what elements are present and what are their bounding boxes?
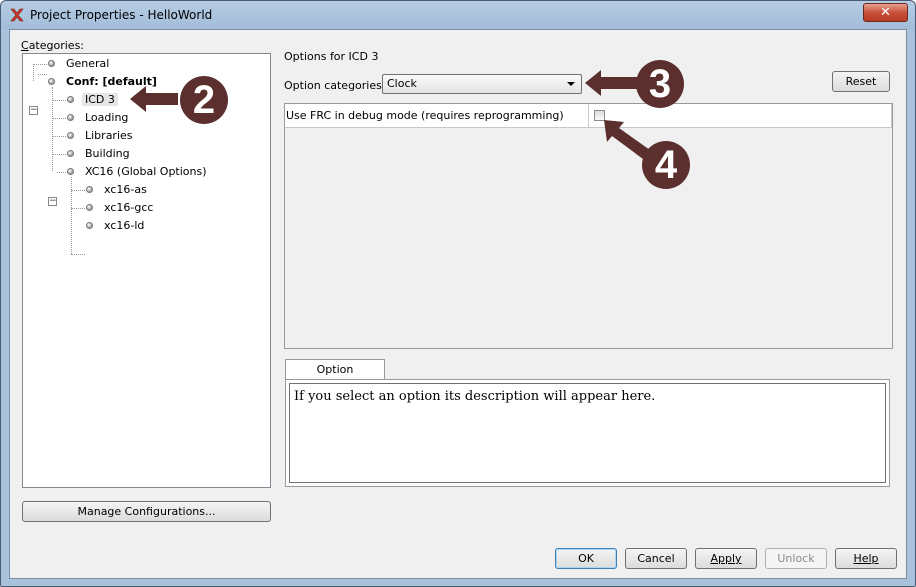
tree-line <box>71 177 72 254</box>
option-categories-select[interactable]: Clock <box>382 74 582 94</box>
tree-item-icd3[interactable]: ICD 3 <box>82 92 118 108</box>
tree-line <box>71 254 85 255</box>
cancel-button[interactable]: Cancel <box>625 548 687 569</box>
callout-3: 3 <box>636 60 684 108</box>
tree-line <box>52 154 66 155</box>
callout-4: 4 <box>642 141 690 189</box>
collapse-icon[interactable]: − <box>29 106 38 115</box>
button-label: Reset <box>845 75 877 88</box>
node-icon <box>48 60 55 67</box>
callout-arrow-icon <box>585 70 637 96</box>
callout-arrow-icon <box>130 86 178 112</box>
select-value: Clock <box>387 77 417 90</box>
tree-line <box>52 136 66 137</box>
tree-item-xc16-ld[interactable]: xc16-ld <box>104 218 144 234</box>
table-row: Use FRC in debug mode (requires reprogra… <box>285 104 892 128</box>
tree-line <box>71 208 85 209</box>
tree-item-libraries[interactable]: Libraries <box>85 128 133 144</box>
button-label: Unlock <box>777 552 815 565</box>
title-bar[interactable]: Project Properties - HelloWorld ✕ <box>1 1 915 29</box>
tree-item-xc16-gcc[interactable]: xc16-gcc <box>104 200 153 216</box>
tree-line <box>52 118 66 119</box>
node-icon <box>67 132 74 139</box>
close-button[interactable]: ✕ <box>863 3 908 22</box>
button-label: Apply <box>710 552 742 565</box>
tree-item-xc16-as[interactable]: xc16-as <box>104 182 147 198</box>
categories-tree[interactable]: General − Conf: [default] ICD 3 Loading … <box>22 53 271 488</box>
callout-2: 2 <box>180 76 228 124</box>
tree-line <box>33 64 47 65</box>
tree-line <box>52 100 66 101</box>
tree-item-general[interactable]: General <box>66 56 109 72</box>
node-icon <box>67 150 74 157</box>
tree-item-label: xc16-ld <box>104 219 145 232</box>
button-label: Help <box>853 552 879 565</box>
tree-item-label: ICD 3 <box>82 93 118 106</box>
unlock-button: Unlock <box>765 548 827 569</box>
node-icon <box>86 204 93 211</box>
categories-label: Categories: <box>21 39 85 52</box>
tree-item-xc16-global[interactable]: XC16 (Global Options) <box>85 164 207 180</box>
option-description-panel: If you select an option its description … <box>285 379 890 487</box>
help-button[interactable]: Help <box>835 548 897 569</box>
button-label: OK <box>578 552 594 565</box>
button-label: Manage Configurations... <box>77 505 216 518</box>
node-icon <box>86 222 93 229</box>
node-icon <box>86 186 93 193</box>
collapse-icon[interactable]: − <box>48 197 57 206</box>
options-title: Options for ICD 3 <box>284 50 379 63</box>
tree-line <box>33 64 34 81</box>
app-logo-icon <box>10 8 24 22</box>
node-icon <box>48 78 55 85</box>
window-title: Project Properties - HelloWorld <box>30 8 213 22</box>
tab-option-description[interactable]: Option Description <box>285 359 385 396</box>
ok-button[interactable]: OK <box>555 548 617 569</box>
tree-item-label: xc16-as <box>104 183 147 196</box>
tree-item-label: XC16 (Global Options) <box>85 165 207 178</box>
apply-button[interactable]: Apply <box>695 548 757 569</box>
node-icon <box>67 168 74 175</box>
button-label: Cancel <box>637 552 675 565</box>
close-icon: ✕ <box>880 5 891 20</box>
options-grid: Use FRC in debug mode (requires reprogra… <box>284 103 893 349</box>
node-icon <box>67 96 74 103</box>
manage-configurations-button[interactable]: Manage Configurations... <box>22 501 271 522</box>
tree-item-label: Libraries <box>85 129 133 142</box>
categories-label-rest: ategories: <box>28 39 85 52</box>
reset-button[interactable]: Reset <box>832 71 890 92</box>
node-icon <box>67 114 74 121</box>
tree-line <box>71 190 85 191</box>
option-name: Use FRC in debug mode (requires reprogra… <box>285 104 589 127</box>
tree-item-label: Building <box>85 147 130 160</box>
tree-item-building[interactable]: Building <box>85 146 130 162</box>
chevron-down-icon <box>567 82 575 86</box>
option-categories-label: Option categories: <box>284 79 386 92</box>
tree-item-label: General <box>66 57 110 70</box>
tree-item-label: Loading <box>85 111 129 124</box>
tree-line <box>57 172 66 173</box>
tree-item-loading[interactable]: Loading <box>85 110 128 126</box>
tree-line <box>38 74 47 75</box>
option-description-text: If you select an option its description … <box>289 383 886 483</box>
tree-item-label: xc16-gcc <box>104 201 154 214</box>
